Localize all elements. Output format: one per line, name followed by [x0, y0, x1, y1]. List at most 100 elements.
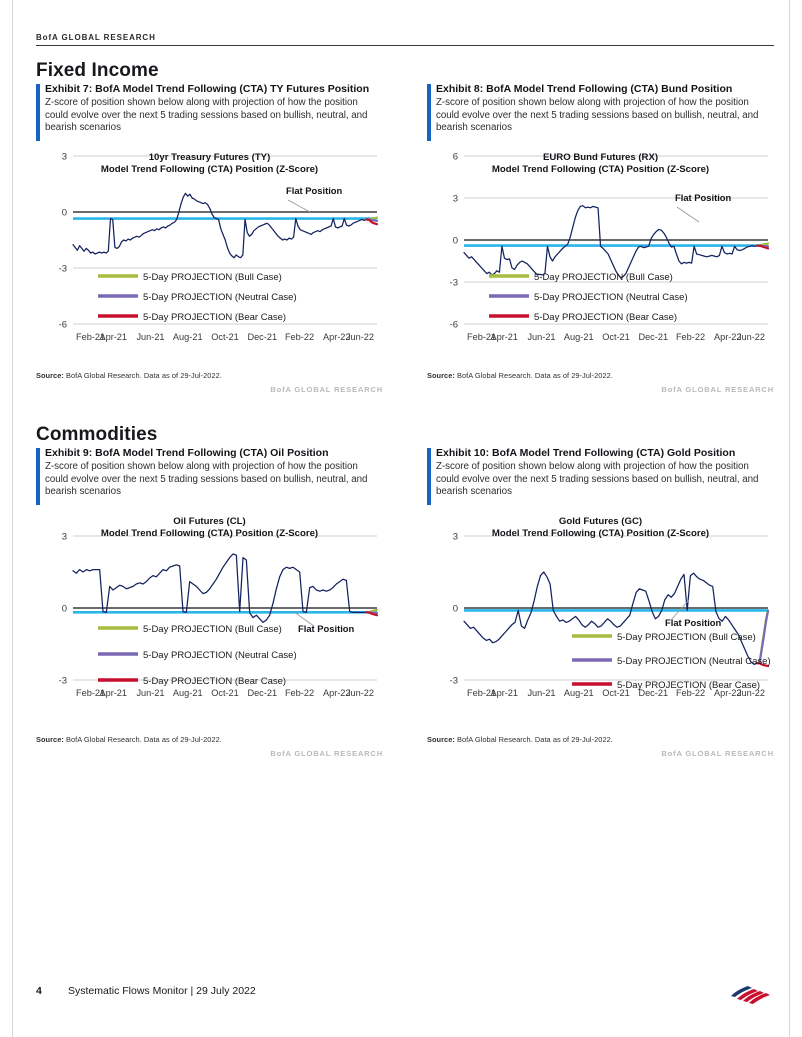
svg-text:Apr-21: Apr-21 [490, 332, 518, 342]
exhibit-9-source-brand: BofA GLOBAL RESEARCH [270, 749, 383, 758]
svg-text:6: 6 [453, 151, 458, 162]
header-rule [36, 45, 774, 46]
svg-text:5-Day PROJECTION (Bear Case): 5-Day PROJECTION (Bear Case) [534, 312, 677, 323]
exhibit-7: Exhibit 7: BofA Model Trend Following (C… [36, 83, 383, 394]
svg-text:5-Day PROJECTION (Neutral Case: 5-Day PROJECTION (Neutral Case) [143, 292, 297, 303]
svg-text:Aug-21: Aug-21 [173, 688, 203, 698]
exhibit-10-source: Source: BofA Global Research. Data as of… [427, 735, 613, 744]
svg-text:Feb-22: Feb-22 [285, 688, 314, 698]
exhibit-8: Exhibit 8: BofA Model Trend Following (C… [427, 83, 774, 394]
exhibit-8-source-brand: BofA GLOBAL RESEARCH [661, 385, 774, 394]
exhibit-10-source-brand: BofA GLOBAL RESEARCH [661, 749, 774, 758]
svg-text:0: 0 [62, 603, 67, 614]
svg-text:Aug-21: Aug-21 [173, 332, 203, 342]
exhibit-10: Exhibit 10: BofA Model Trend Following (… [427, 447, 774, 758]
svg-text:Apr-21: Apr-21 [99, 332, 127, 342]
svg-text:-6: -6 [59, 319, 67, 330]
chart-gc-svg: 30-3Feb-21Apr-21 Jun-21 Aug-21 Oct-21 Dec-21… [450, 531, 771, 698]
svg-text:Flat Position: Flat Position [665, 617, 722, 628]
svg-text:Aug-21: Aug-21 [564, 688, 594, 698]
svg-text:Dec-21: Dec-21 [247, 332, 277, 342]
exhibit-8-source: Source: BofA Global Research. Data as of… [427, 371, 613, 380]
svg-text:Jun-21: Jun-21 [527, 332, 555, 342]
svg-text:5-Day PROJECTION (Neutral Case: 5-Day PROJECTION (Neutral Case) [534, 292, 688, 303]
svg-text:5-Day PROJECTION (Bear Case): 5-Day PROJECTION (Bear Case) [143, 312, 286, 323]
svg-text:Dec-21: Dec-21 [638, 332, 668, 342]
exhibit-accent-bar [36, 448, 40, 505]
exhibit-7-source-brand: BofA GLOBAL RESEARCH [270, 385, 383, 394]
exhibit-8-title: Exhibit 8: BofA Model Trend Following (C… [436, 83, 733, 95]
exhibit-7-subtitle: Z-score of position shown below along wi… [45, 97, 368, 134]
page-content: BofA GLOBAL RESEARCH Fixed Income Commod… [36, 0, 774, 1037]
svg-text:0: 0 [453, 603, 458, 614]
chart-ty-svg: 30-3-6Feb-21Apr-21 Jun-21 Aug-21 Oct-21 Dec-… [59, 151, 379, 342]
svg-text:Feb-22: Feb-22 [285, 332, 314, 342]
exhibit-7-source: Source: BofA Global Research. Data as of… [36, 371, 222, 380]
svg-text:Flat Position: Flat Position [675, 192, 732, 203]
svg-text:5-Day PROJECTION (Bear Case): 5-Day PROJECTION (Bear Case) [617, 680, 760, 691]
exhibit-9-source: Source: BofA Global Research. Data as of… [36, 735, 222, 744]
exhibit-8-header: Exhibit 8: BofA Model Trend Following (C… [427, 83, 774, 141]
exhibit-accent-bar [427, 448, 431, 505]
svg-text:Jun-21: Jun-21 [136, 332, 164, 342]
svg-text:3: 3 [62, 531, 67, 542]
page-footer: 4 Systematic Flows Monitor | 29 July 202… [36, 982, 774, 1006]
svg-text:Apr-21: Apr-21 [99, 688, 127, 698]
exhibit-7-header: Exhibit 7: BofA Model Trend Following (C… [36, 83, 383, 141]
svg-text:5-Day PROJECTION (Bull Case): 5-Day PROJECTION (Bull Case) [143, 624, 282, 635]
exhibit-10-subtitle: Z-score of position shown below along wi… [436, 461, 759, 498]
exhibit-accent-bar [36, 84, 40, 141]
section-title-fixed-income: Fixed Income [36, 60, 159, 81]
exhibit-9-title: Exhibit 9: BofA Model Trend Following (C… [45, 447, 329, 459]
svg-text:Oct-21: Oct-21 [211, 688, 239, 698]
footer-doc-title: Systematic Flows Monitor | 29 July 2022 [68, 985, 256, 997]
exhibit-10-title: Exhibit 10: BofA Model Trend Following (… [436, 447, 736, 459]
exhibit-7-title: Exhibit 7: BofA Model Trend Following (C… [45, 83, 370, 95]
exhibit-accent-bar [427, 84, 431, 141]
svg-text:5-Day PROJECTION (Bull Case): 5-Day PROJECTION (Bull Case) [617, 632, 756, 643]
svg-text:3: 3 [453, 193, 458, 204]
svg-text:Jun-22: Jun-22 [346, 688, 374, 698]
svg-text:5-Day PROJECTION (Neutral Case: 5-Day PROJECTION (Neutral Case) [617, 656, 771, 667]
running-header-label: BofA GLOBAL RESEARCH [36, 33, 156, 42]
chart-rx-svg: 630-3-6Feb-21Apr-21 Jun-21 Aug-21 Oct-21 Dec… [450, 151, 770, 342]
svg-text:Aug-21: Aug-21 [564, 332, 594, 342]
svg-text:-3: -3 [450, 277, 458, 288]
svg-text:Flat Position: Flat Position [286, 185, 343, 196]
svg-text:-6: -6 [450, 319, 458, 330]
chart-rx: EURO Bund Futures (RX) Model Trend Follo… [427, 144, 774, 354]
chart-cl: Oil Futures (CL) Model Trend Following (… [36, 508, 383, 718]
svg-text:5-Day PROJECTION (Bull Case): 5-Day PROJECTION (Bull Case) [143, 272, 282, 283]
svg-text:-3: -3 [450, 675, 458, 686]
svg-text:Jun-22: Jun-22 [737, 332, 765, 342]
svg-text:Jun-21: Jun-21 [527, 688, 555, 698]
exhibit-9-subtitle: Z-score of position shown below along wi… [45, 461, 368, 498]
svg-text:0: 0 [453, 235, 458, 246]
svg-text:Jun-21: Jun-21 [136, 688, 164, 698]
svg-text:Dec-21: Dec-21 [247, 688, 277, 698]
exhibit-10-header: Exhibit 10: BofA Model Trend Following (… [427, 447, 774, 505]
footer-page-number: 4 [36, 985, 42, 997]
svg-text:Apr-21: Apr-21 [490, 688, 518, 698]
svg-text:5-Day PROJECTION (Bull Case): 5-Day PROJECTION (Bull Case) [534, 272, 673, 283]
running-header: BofA GLOBAL RESEARCH [36, 33, 774, 46]
svg-text:3: 3 [453, 531, 458, 542]
exhibit-8-subtitle: Z-score of position shown below along wi… [436, 97, 759, 134]
svg-text:5-Day PROJECTION (Neutral Case: 5-Day PROJECTION (Neutral Case) [143, 650, 297, 661]
exhibit-9-header: Exhibit 9: BofA Model Trend Following (C… [36, 447, 383, 505]
svg-text:Feb-22: Feb-22 [676, 332, 705, 342]
svg-text:Oct-21: Oct-21 [602, 332, 630, 342]
svg-text:-3: -3 [59, 263, 67, 274]
svg-text:0: 0 [62, 207, 67, 218]
svg-text:Jun-22: Jun-22 [346, 332, 374, 342]
bofa-logo-icon [731, 986, 770, 1004]
svg-text:Oct-21: Oct-21 [211, 332, 239, 342]
svg-text:Flat Position: Flat Position [298, 623, 355, 634]
svg-text:3: 3 [62, 151, 67, 162]
section-title-commodities: Commodities [36, 424, 158, 445]
svg-text:5-Day PROJECTION (Bear Case): 5-Day PROJECTION (Bear Case) [143, 676, 286, 687]
exhibit-9: Exhibit 9: BofA Model Trend Following (C… [36, 447, 383, 758]
chart-ty: 10yr Treasury Futures (TY) Model Trend F… [36, 144, 383, 354]
chart-gc: Gold Futures (GC) Model Trend Following … [427, 508, 774, 718]
chart-cl-svg: 30-3Feb-21Apr-21 Jun-21 Aug-21 Oct-21 Dec-21… [59, 531, 379, 698]
